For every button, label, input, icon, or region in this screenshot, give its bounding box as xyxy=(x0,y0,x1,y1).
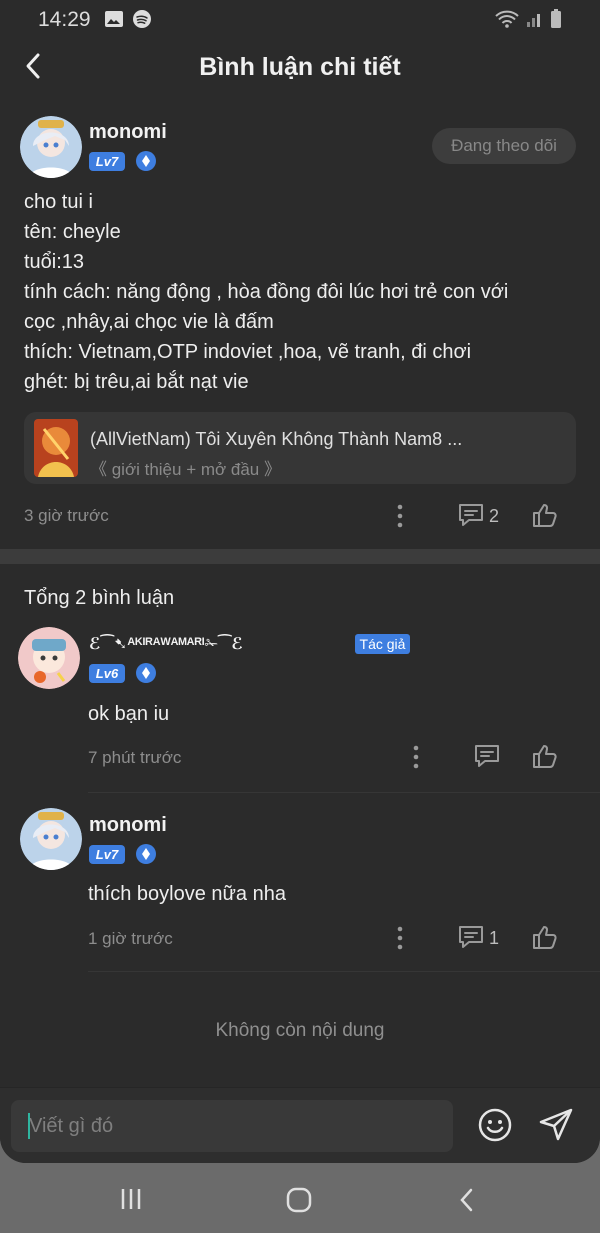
post-comment-count: 2 xyxy=(489,506,500,526)
commenter-avatar[interactable] xyxy=(18,627,80,689)
wifi-icon xyxy=(495,10,519,28)
recent-apps-icon[interactable] xyxy=(119,1187,143,1211)
more-options-icon[interactable] xyxy=(390,925,410,951)
emoji-icon[interactable] xyxy=(477,1107,513,1143)
book-cover-image xyxy=(34,419,78,477)
post-time: 3 giờ trước xyxy=(24,506,109,525)
system-nav-bar xyxy=(0,1163,600,1233)
comment-composer: Viết gì đó xyxy=(0,1087,600,1163)
send-icon[interactable] xyxy=(537,1106,575,1144)
end-of-content-label: Không còn nội dung xyxy=(215,1020,385,1041)
comment-text: ok bạn iu xyxy=(88,703,170,725)
like-thumb-icon[interactable] xyxy=(531,743,559,769)
reply-count: 1 xyxy=(489,928,500,948)
post-line: tuổi:13 xyxy=(24,251,85,273)
book-chapter: 《 giới thiệu + mở đầu 》 xyxy=(90,460,281,479)
more-options-icon[interactable] xyxy=(406,744,426,770)
back-nav-icon[interactable] xyxy=(456,1187,478,1213)
status-bar: 14:29 xyxy=(0,0,600,38)
commenter-level-badge: Lv7 xyxy=(89,845,125,864)
reply-icon[interactable] xyxy=(457,924,485,950)
comment-icon[interactable] xyxy=(457,502,485,528)
text-caret xyxy=(28,1113,30,1139)
post-line: tính cách: năng động , hòa đồng đôi lúc … xyxy=(24,281,509,303)
author-badge: Tác giả xyxy=(355,634,410,654)
comment-text: thích boylove nữa nha xyxy=(88,883,286,905)
following-button[interactable]: Đang theo dõi xyxy=(432,128,576,164)
section-divider xyxy=(0,549,600,564)
like-thumb-icon[interactable] xyxy=(531,924,559,950)
comment-separator xyxy=(88,971,600,972)
post-author-level-badge: Lv7 xyxy=(89,152,125,171)
book-title: (AllVietNam) Tôi Xuyên Không Thành Nam8 … xyxy=(90,429,463,449)
linked-book-card[interactable]: (AllVietNam) Tôi Xuyên Không Thành Nam8 … xyxy=(24,412,576,484)
home-icon[interactable] xyxy=(286,1187,312,1213)
more-options-icon[interactable] xyxy=(390,503,410,529)
vip-diamond-icon xyxy=(136,151,156,171)
battery-icon xyxy=(551,9,561,28)
comment-separator xyxy=(88,792,600,793)
total-comments-label: Tổng 2 bình luận xyxy=(24,587,175,609)
post-line: cho tui i xyxy=(24,191,93,213)
commenter-avatar[interactable] xyxy=(20,808,82,870)
post-author-name[interactable]: monomi xyxy=(89,121,167,144)
commenter-level-badge: Lv6 xyxy=(89,664,125,683)
comment-time: 7 phút trước xyxy=(88,748,182,767)
status-time: 14:29 xyxy=(38,8,91,31)
vip-diamond-icon xyxy=(136,663,156,683)
post-author-avatar[interactable] xyxy=(20,116,82,178)
post-line: ghét: bị trêu,ai bắt nạt vie xyxy=(24,371,249,393)
page-title: Bình luận chi tiết xyxy=(199,53,401,81)
post-line: thích: Vietnam,OTP indoviet ,hoa, vẽ tra… xyxy=(24,341,472,363)
vip-diamond-icon xyxy=(136,844,156,864)
post-line: tên: cheyle xyxy=(24,221,121,243)
post-line: cọc ,nhây,ai chọc vie là đấm xyxy=(24,311,274,333)
reply-icon[interactable] xyxy=(473,743,501,769)
signal-icon xyxy=(527,14,540,27)
like-thumb-icon[interactable] xyxy=(531,502,559,528)
top-app-bar: Bình luận chi tiết xyxy=(0,38,600,100)
comment-time: 1 giờ trước xyxy=(88,929,173,948)
comment-input[interactable]: Viết gì đó xyxy=(11,1100,453,1152)
gallery-notification-icon xyxy=(105,11,123,27)
commenter-name[interactable]: monomi xyxy=(89,814,167,837)
commenter-name[interactable]: ℰ⁀➷ᴬᴷᴵᴿᴬᵂᴬᴹᴬᴿᴵ✁⁀ℰ xyxy=(89,634,243,654)
comment-detail-screen: 14:29 Bình luận chi tiết monomi Lv7 Đang… xyxy=(0,0,600,1163)
post-content: cho tui i tên: cheyle tuổi:13 tính cách:… xyxy=(24,187,508,397)
spotify-notification-icon xyxy=(133,10,151,28)
